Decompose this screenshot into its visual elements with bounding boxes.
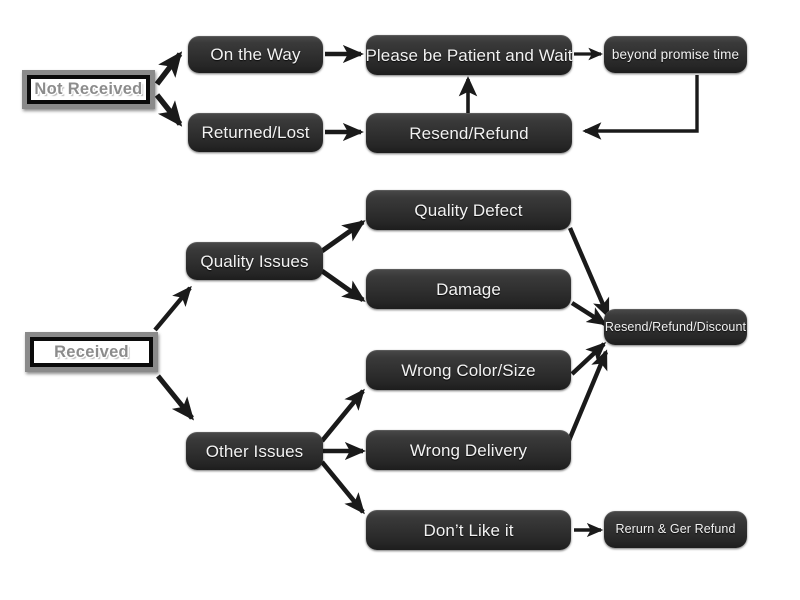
node-quality-issues[interactable]: Quality Issues: [186, 242, 323, 280]
node-label-quality-issues: Quality Issues: [200, 251, 309, 271]
node-not-received[interactable]: Not Received: [22, 70, 155, 109]
edge-not-received-to-on-the-way: [154, 51, 183, 86]
node-label-dont-like-it: Don’t Like it: [423, 520, 514, 540]
flowchart-canvas: Not Received On the Way Returned/Lost Pl…: [0, 0, 800, 600]
edge-damage-to-resend-refund-discount: [570, 301, 608, 326]
edge-other-issues-to-dont-like-it: [320, 460, 365, 515]
node-quality-defect[interactable]: Quality Defect: [366, 190, 571, 230]
node-returned-lost[interactable]: Returned/Lost: [188, 113, 323, 152]
node-label-please-wait: Please be Patient and Wait: [365, 45, 573, 65]
edge-received-to-quality-issues: [153, 285, 192, 332]
node-other-issues[interactable]: Other Issues: [186, 432, 323, 470]
node-label-on-the-way: On the Way: [210, 45, 301, 64]
node-on-the-way[interactable]: On the Way: [188, 36, 323, 73]
node-damage[interactable]: Damage: [366, 269, 571, 309]
node-label-not-received: Not Received: [34, 80, 143, 99]
node-label-return-get-refund: Rerurn & Ger Refund: [615, 522, 736, 537]
node-label-wrong-color-size: Wrong Color/Size: [401, 360, 536, 380]
node-label-beyond-promise-time: beyond promise time: [611, 46, 740, 62]
edge-quality-issues-to-damage: [320, 268, 366, 303]
not-received-frame-inner: Not Received: [31, 79, 146, 100]
edge-quality-issues-to-quality-defect: [320, 219, 366, 254]
node-label-resend-refund-discount: Resend/Refund/Discount: [604, 319, 747, 334]
node-label-resend-refund: Resend/Refund: [409, 123, 529, 143]
edge-wrong-delivery-to-resend-refund-discount: [562, 349, 609, 451]
node-received[interactable]: Received: [25, 332, 158, 372]
edge-received-to-other-issues: [156, 374, 195, 421]
node-dont-like-it[interactable]: Don’t Like it: [366, 510, 571, 550]
node-beyond-promise-time[interactable]: beyond promise time: [604, 36, 747, 73]
node-label-wrong-delivery: Wrong Delivery: [409, 440, 528, 460]
edge-beyond-promise-to-resend-refund: [582, 75, 699, 140]
node-label-quality-defect: Quality Defect: [414, 200, 523, 220]
received-frame-mid: Received: [30, 337, 153, 367]
node-label-returned-lost: Returned/Lost: [201, 123, 310, 142]
node-resend-refund[interactable]: Resend/Refund: [366, 113, 572, 153]
edge-other-issues-to-wrong-color-size: [320, 388, 365, 443]
node-please-wait[interactable]: Please be Patient and Wait: [365, 35, 573, 75]
node-label-other-issues: Other Issues: [205, 441, 304, 461]
not-received-frame-mid: Not Received: [27, 75, 150, 104]
received-frame-inner: Received: [34, 341, 149, 363]
node-resend-refund-discount[interactable]: Resend/Refund/Discount: [604, 309, 747, 345]
node-wrong-delivery[interactable]: Wrong Delivery: [366, 430, 571, 470]
edge-not-received-to-returned-lost: [154, 93, 183, 127]
node-wrong-color-size[interactable]: Wrong Color/Size: [366, 350, 571, 390]
node-label-damage: Damage: [436, 279, 501, 299]
node-label-received: Received: [54, 342, 129, 361]
node-return-get-refund[interactable]: Rerurn & Ger Refund: [604, 511, 747, 548]
